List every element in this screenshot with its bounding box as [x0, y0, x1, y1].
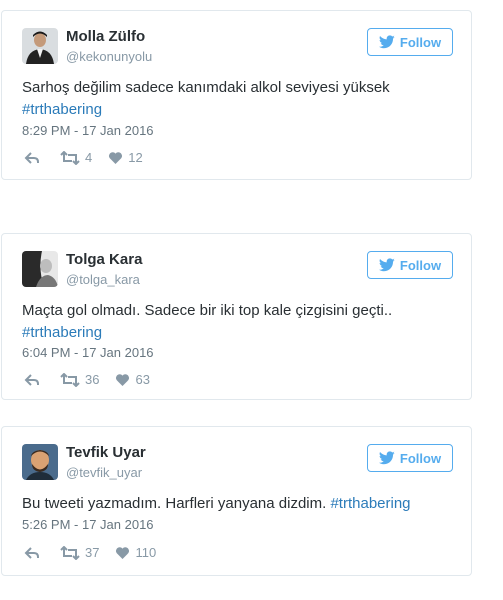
timestamp[interactable]: 5:26 PM - 17 Jan 2016	[22, 517, 154, 532]
retweet-icon	[60, 545, 80, 560]
hashtag-link[interactable]: #trthabering	[22, 101, 102, 118]
user-name[interactable]: Tolga Kara	[66, 251, 142, 268]
retweet-button[interactable]: 37	[60, 545, 99, 560]
follow-button[interactable]: Follow	[367, 251, 453, 279]
reply-button[interactable]	[24, 546, 40, 560]
follow-button[interactable]: Follow	[367, 444, 453, 472]
like-button[interactable]: 12	[108, 150, 143, 165]
user-handle[interactable]: @kekonunyolu	[66, 49, 152, 64]
avatar[interactable]	[22, 444, 58, 480]
timestamp[interactable]: 8:29 PM - 17 Jan 2016	[22, 123, 154, 138]
tweet-body: Maçta gol olmadı. Sadece bir iki top kal…	[22, 302, 393, 319]
tweet-actions: 37 110	[24, 545, 156, 560]
tweet-body: Bu tweeti yazmadım. Harfleri yanyana diz…	[22, 495, 327, 512]
like-button[interactable]: 110	[115, 545, 156, 560]
follow-label: Follow	[399, 34, 442, 50]
avatar[interactable]	[22, 251, 58, 287]
retweet-icon	[60, 150, 80, 165]
follow-label: Follow	[399, 450, 442, 466]
tweet-card: Tolga Kara @tolga_kara Follow Maçta gol …	[1, 233, 472, 400]
tweet-card: Molla Zülfo @kekonunyolu Follow Sarhoş d…	[1, 10, 472, 180]
heart-icon	[116, 546, 130, 559]
tweet-actions: 36 63	[24, 372, 150, 387]
reply-icon	[24, 546, 39, 559]
tweet-text: Sarhoş değilim sadece kanımdaki alkol se…	[22, 77, 462, 121]
like-count: 63	[135, 372, 150, 387]
follow-label: Follow	[399, 257, 442, 273]
tweet-text: Bu tweeti yazmadım. Harfleri yanyana diz…	[22, 493, 462, 515]
hashtag-link[interactable]: #trthabering	[330, 495, 410, 512]
follow-button[interactable]: Follow	[367, 28, 453, 56]
tweet-card: Tevfik Uyar @tevfik_uyar Follow Bu tweet…	[1, 426, 472, 576]
avatar[interactable]	[22, 28, 58, 64]
reply-icon	[24, 373, 39, 386]
tweet-text: Maçta gol olmadı. Sadece bir iki top kal…	[22, 300, 462, 344]
user-handle[interactable]: @tevfik_uyar	[66, 465, 142, 480]
twitter-bird-icon	[378, 35, 395, 49]
retweet-button[interactable]: 36	[60, 372, 99, 387]
twitter-bird-icon	[378, 258, 395, 272]
heart-icon	[109, 151, 123, 164]
heart-icon	[116, 373, 130, 386]
like-count: 110	[135, 545, 157, 560]
twitter-bird-icon	[378, 451, 395, 465]
retweet-button[interactable]: 4	[60, 150, 92, 165]
retweet-count: 37	[85, 545, 100, 560]
retweet-count: 4	[85, 150, 93, 165]
hashtag-link[interactable]: #trthabering	[22, 324, 102, 341]
user-name[interactable]: Tevfik Uyar	[66, 444, 146, 461]
like-button[interactable]: 63	[115, 372, 150, 387]
like-count: 12	[128, 150, 143, 165]
retweet-icon	[60, 372, 80, 387]
reply-button[interactable]	[24, 373, 40, 387]
tweet-body: Sarhoş değilim sadece kanımdaki alkol se…	[22, 79, 390, 96]
retweet-count: 36	[85, 372, 100, 387]
tweet-actions: 4 12	[24, 150, 143, 165]
user-handle[interactable]: @tolga_kara	[66, 272, 140, 287]
user-name[interactable]: Molla Zülfo	[66, 28, 145, 45]
timestamp[interactable]: 6:04 PM - 17 Jan 2016	[22, 345, 154, 360]
reply-icon	[24, 151, 39, 164]
reply-button[interactable]	[24, 151, 40, 165]
